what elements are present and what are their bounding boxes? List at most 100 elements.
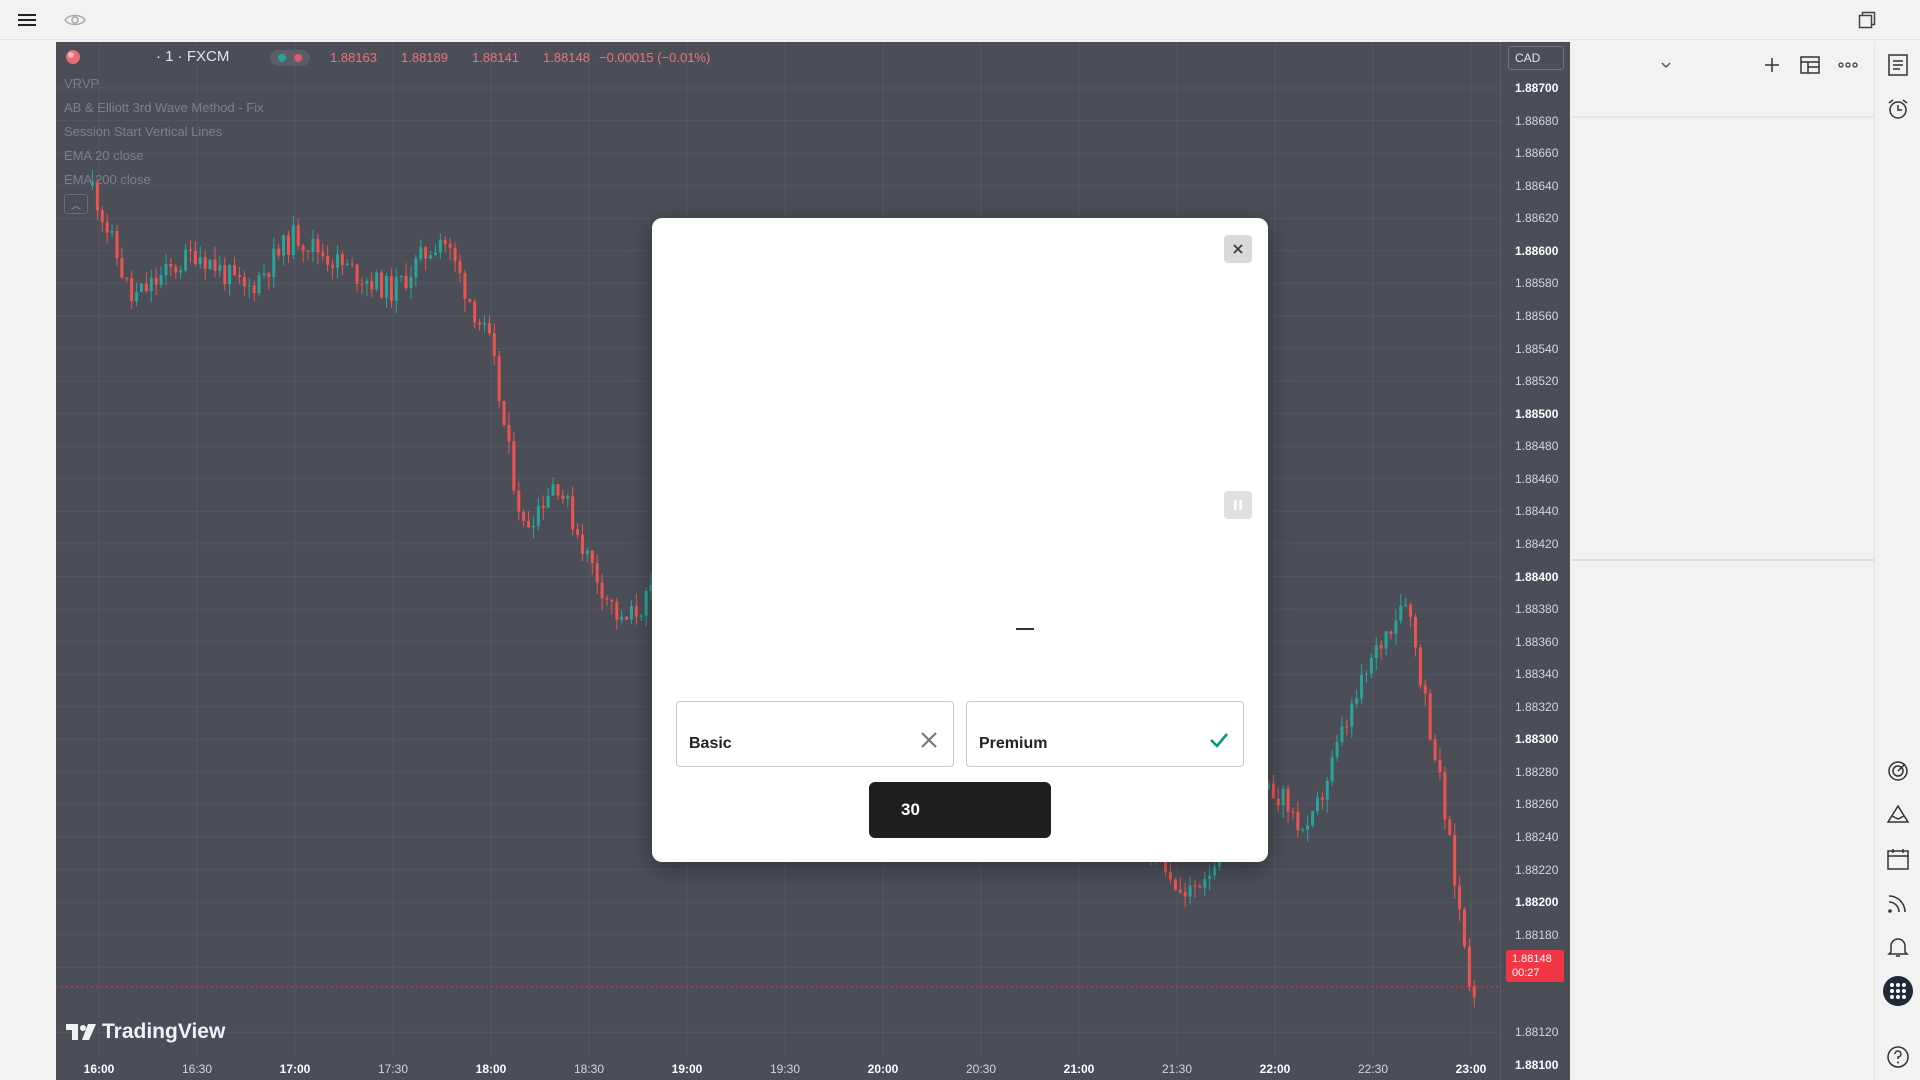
candle-body (154, 277, 158, 285)
candle-body (610, 599, 614, 602)
price-tick-label: 1.88400 (1515, 569, 1559, 584)
close-dialog-button[interactable] (1224, 235, 1252, 263)
price-tick-label: 1.88600 (1515, 243, 1559, 258)
plan-option-premium[interactable]: Premium (966, 701, 1244, 767)
ideas-button[interactable] (1883, 800, 1913, 830)
alerts-tab-button[interactable] (1883, 94, 1913, 124)
candle-body (1178, 889, 1182, 893)
candle-body (438, 239, 442, 253)
pause-animation-button[interactable] (1224, 491, 1252, 519)
upgrade-dialog: Basic Premium 30 (652, 218, 1268, 862)
candle-body (507, 425, 511, 442)
indicator-ema-200[interactable]: EMA 200 close (64, 168, 264, 192)
price-tick-label: 1.88440 (1515, 504, 1559, 519)
candle-body (1438, 760, 1442, 773)
time-tick-label: 20:00 (867, 1062, 899, 1076)
currency-button[interactable]: CAD (1508, 46, 1564, 70)
candle-body (169, 263, 173, 267)
right-sidebar (1874, 42, 1920, 1080)
candle-body (174, 266, 178, 273)
candle-body (394, 277, 398, 301)
indicator-legend: VRVP AB & Elliott 3rd Wave Method - Fix … (64, 72, 264, 192)
candle-body (1188, 885, 1192, 897)
add-symbol-button[interactable] (1758, 52, 1786, 78)
candle-body (409, 277, 413, 289)
candle-body (605, 598, 609, 600)
candle-body (1360, 674, 1364, 699)
last-price-label: 1.88148 00:27 (1506, 950, 1564, 982)
plan-option-basic[interactable]: Basic (676, 701, 954, 767)
watchlist-header-divider (1572, 116, 1874, 118)
candle-body (331, 264, 335, 268)
indicator-elliott[interactable]: AB & Elliott 3rd Wave Method - Fix (64, 96, 264, 120)
window-restore-button[interactable] (1852, 6, 1882, 34)
candle-body (585, 550, 589, 555)
candle-body (1291, 811, 1295, 813)
symbol-title[interactable]: · 1 · FXCM (156, 48, 229, 65)
candle-body (1345, 726, 1349, 728)
candle-body (1399, 605, 1403, 621)
market-status[interactable] (270, 50, 310, 66)
time-tick-label: 23:00 (1455, 1062, 1487, 1076)
tradingview-logo[interactable]: TradingView (66, 1020, 225, 1044)
bar-countdown: 00:27 (1512, 967, 1540, 979)
hotlists-button[interactable] (1883, 756, 1913, 786)
candle-body (115, 230, 119, 259)
price-tick-label: 1.88540 (1515, 341, 1559, 356)
time-tick-label: 16:30 (181, 1062, 213, 1076)
collapse-legend-button[interactable]: ︿ (64, 194, 88, 214)
price-tick-label: 1.88660 (1515, 146, 1559, 161)
news-feed-button[interactable] (1883, 888, 1913, 918)
candle-body (110, 230, 114, 233)
products-button[interactable] (1883, 976, 1913, 1006)
price-tick-label: 1.88500 (1515, 406, 1559, 421)
hamburger-icon (18, 14, 36, 26)
candle-body (629, 605, 633, 620)
candle-body (1301, 829, 1305, 831)
candle-body (135, 292, 139, 302)
candle-body (326, 256, 330, 265)
candle-body (311, 238, 315, 252)
candle-body (1413, 616, 1417, 648)
indicator-ema-20[interactable]: EMA 20 close (64, 144, 264, 168)
watchlist-dropdown-button[interactable] (1652, 52, 1680, 78)
time-tick-label: 21:00 (1063, 1062, 1095, 1076)
price-tick-label: 1.88100 (1515, 1058, 1559, 1072)
price-axis[interactable]: 1.88700 1.88680 1.88660 1.88640 1.88620 1.886… (1500, 42, 1570, 1080)
chevron-up-icon: ︿ (71, 200, 81, 212)
status-dot-open (278, 54, 286, 62)
indicator-session-lines[interactable]: Session Start Vertical Lines (64, 120, 264, 144)
calendar-button[interactable] (1883, 844, 1913, 874)
candle-body (208, 259, 212, 269)
candle-body (448, 243, 452, 248)
candle-body (1325, 781, 1329, 800)
help-button[interactable] (1883, 1042, 1913, 1072)
candle-body (188, 249, 192, 251)
price-tick-label: 1.88320 (1515, 699, 1559, 714)
candle-body (228, 265, 232, 285)
candle-body (321, 252, 325, 257)
menu-button[interactable] (12, 6, 42, 34)
visibility-button[interactable] (60, 6, 90, 34)
candle-body (149, 277, 153, 292)
watchlist-tab-button[interactable] (1883, 50, 1913, 80)
more-options-button[interactable] (1834, 52, 1862, 78)
calendar-icon (1887, 849, 1909, 870)
alarm-clock-icon (1888, 99, 1908, 119)
panel-resize-handle[interactable] (1572, 559, 1874, 561)
apps-grid-icon (1883, 976, 1913, 1006)
candle-body (257, 275, 261, 293)
duration-button[interactable]: 30 (869, 782, 1051, 838)
candle-body (1340, 726, 1344, 742)
price-tick-label: 1.88280 (1515, 764, 1559, 779)
candle-body (512, 441, 516, 491)
indicator-vrvp[interactable]: VRVP (64, 72, 264, 96)
candle-body (1364, 673, 1368, 675)
list-icon (1888, 54, 1908, 76)
advanced-view-button[interactable] (1796, 52, 1824, 78)
candle-body (1193, 885, 1197, 887)
candle-body (277, 248, 281, 256)
candle-body (522, 511, 526, 521)
notifications-button[interactable] (1883, 932, 1913, 962)
time-axis[interactable]: 16:00 16:30 17:00 17:30 18:00 18:30 19:00 19:30… (56, 1056, 1500, 1080)
